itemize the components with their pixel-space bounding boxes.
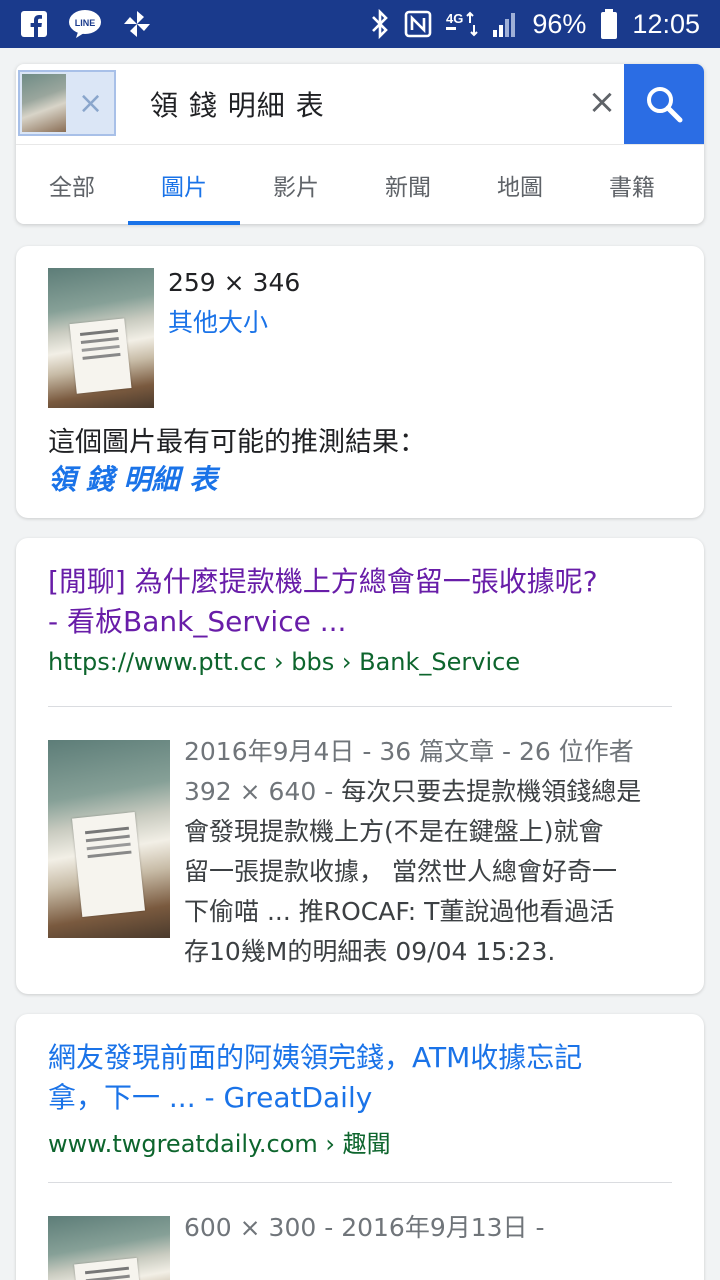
best-guess-link[interactable]: 領 錢 明細 表 <box>48 458 217 498</box>
clear-search-button[interactable]: × <box>582 82 622 122</box>
image-dimensions: 259 × 346 <box>168 268 301 297</box>
result-title-line[interactable]: 拿，下一 ... - GreatDaily <box>48 1078 678 1118</box>
image-info-card: 259 × 346 其他大小 這個圖片最有可能的推測結果： 領 錢 明細 表 <box>16 246 704 518</box>
search-tabs: 全部 圖片 影片 新聞 地圖 書籍 <box>16 144 704 225</box>
tab-videos[interactable]: 影片 <box>240 145 352 225</box>
clock: 12:05 <box>632 8 700 39</box>
result-url[interactable]: www.twgreatdaily.com › 趣聞 <box>48 1124 391 1159</box>
result-snippet: 600 × 300 - 2016年9月13日 - <box>184 1208 674 1248</box>
search-card: × 領 錢 明細 表 × 全部 圖片 影片 新聞 地圖 書籍 <box>16 64 704 225</box>
signal-icon <box>492 10 518 38</box>
bluetooth-icon <box>370 9 390 39</box>
tab-news[interactable]: 新聞 <box>352 145 464 225</box>
other-sizes-link[interactable]: 其他大小 <box>168 303 268 339</box>
search-input[interactable]: 領 錢 明細 表 <box>150 84 325 124</box>
result-title-line[interactable]: - 看板Bank_Service ... <box>48 602 678 642</box>
result-title-line[interactable]: [閒聊] 為什麼提款機上方總會留一張收據呢? <box>48 562 678 602</box>
query-image[interactable] <box>48 268 154 408</box>
query-image-thumbnail <box>22 74 66 132</box>
image-query-chip[interactable]: × <box>18 70 116 136</box>
result-thumbnail[interactable] <box>48 1216 170 1280</box>
result-snippet: 2016年9月4日 - 36 篇文章 - 26 位作者 392 × 640 - … <box>184 732 674 972</box>
tab-images[interactable]: 圖片 <box>128 145 240 225</box>
tab-all[interactable]: 全部 <box>16 145 128 225</box>
battery-percent: 96% <box>532 8 587 39</box>
search-icon <box>647 87 683 123</box>
line-icon: LINE <box>68 9 102 39</box>
result-image-dimensions: 392 × 640 - <box>184 777 334 806</box>
result-meta: 2016年9月4日 - 36 篇文章 - 26 位作者 <box>184 737 634 766</box>
divider <box>48 1182 672 1183</box>
search-result: 網友發現前面的阿姨領完錢，ATM收據忘記 拿，下一 ... - GreatDai… <box>16 1014 704 1280</box>
snippet-line: 留一張提款收據， 當然世人總會好奇一 <box>184 857 617 886</box>
search-button[interactable] <box>624 64 704 144</box>
nfc-icon <box>404 10 432 38</box>
search-bar: × 領 錢 明細 表 × <box>16 64 704 144</box>
4g-icon: 4G <box>446 9 479 39</box>
snippet-line: 會發現提款機上方(不是在鍵盤上)就會 <box>184 817 604 846</box>
remove-image-icon[interactable]: × <box>78 86 103 121</box>
result-title-line[interactable]: 網友發現前面的阿姨領完錢，ATM收據忘記 <box>48 1038 678 1078</box>
best-guess-label: 這個圖片最有可能的推測結果： <box>48 427 426 458</box>
tab-books[interactable]: 書籍 <box>576 145 688 225</box>
snippet-line: 每次只要去提款機領錢總是 <box>333 777 642 806</box>
snippet-line: 存10幾M的明細表 09/04 15:23. <box>184 937 556 966</box>
svg-text:4G: 4G <box>446 11 463 26</box>
divider <box>48 706 672 707</box>
result-title[interactable]: [閒聊] 為什麼提款機上方總會留一張收據呢? - 看板Bank_Service … <box>48 562 678 642</box>
result-title[interactable]: 網友發現前面的阿姨領完錢，ATM收據忘記 拿，下一 ... - GreatDai… <box>48 1038 678 1118</box>
facebook-icon <box>20 10 48 38</box>
result-url[interactable]: https://www.ptt.cc › bbs › Bank_Service <box>48 648 520 676</box>
search-result: [閒聊] 為什麼提款機上方總會留一張收據呢? - 看板Bank_Service … <box>16 538 704 994</box>
snippet-line: 下偷喵 ... 推ROCAF: T董說過他看過活 <box>184 897 615 926</box>
status-bar: LINE 4G 96% 12:05 <box>0 0 720 48</box>
pinwheel-icon <box>122 9 152 39</box>
svg-text:LINE: LINE <box>75 18 96 28</box>
tab-maps[interactable]: 地圖 <box>464 145 576 225</box>
result-meta: 600 × 300 - 2016年9月13日 - <box>184 1213 545 1242</box>
battery-icon <box>600 9 618 39</box>
result-thumbnail[interactable] <box>48 740 170 938</box>
